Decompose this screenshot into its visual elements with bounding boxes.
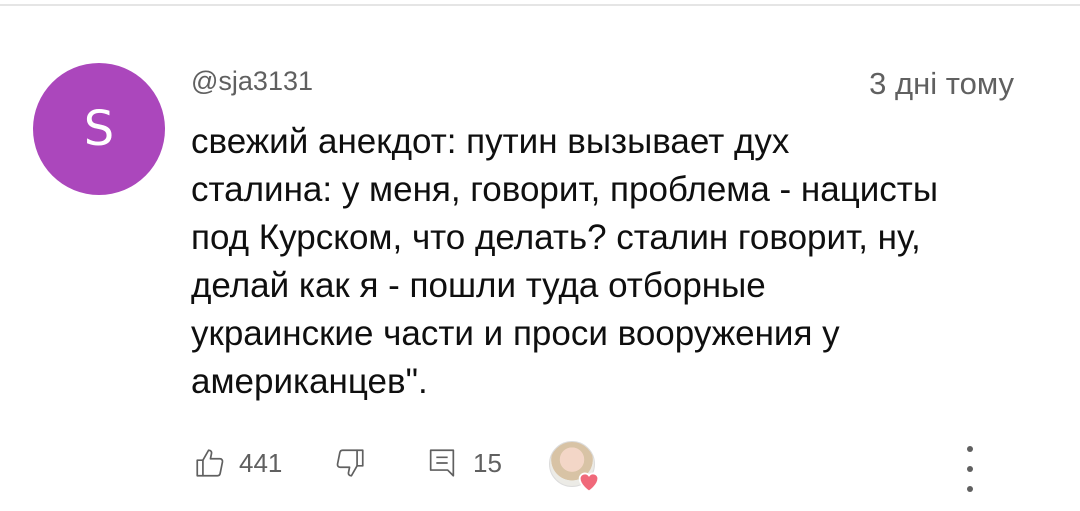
dislike-button[interactable] (333, 446, 367, 480)
reply-count: 15 (473, 447, 502, 478)
more-options-button[interactable] (960, 446, 980, 492)
comment-author-handle[interactable]: @sja3131 (191, 66, 313, 97)
avatar-letter: S (83, 101, 115, 157)
comment-timestamp: 3 дні тому (869, 66, 1014, 101)
comment-text: свежий анекдот: путин вызывает дух стали… (191, 122, 938, 401)
like-button[interactable]: 441 (193, 446, 282, 480)
heart-icon (578, 472, 600, 493)
more-dot (967, 446, 973, 452)
avatar[interactable]: S (33, 63, 165, 195)
like-count: 441 (239, 447, 283, 478)
creator-heart (549, 441, 603, 497)
top-divider (0, 4, 1080, 6)
thumb-up-icon (196, 449, 224, 477)
replies-button[interactable]: 15 (425, 446, 502, 480)
more-dot (967, 466, 973, 472)
thumb-down-icon (336, 449, 364, 477)
more-dot (967, 486, 973, 492)
reply-icon (429, 449, 455, 477)
